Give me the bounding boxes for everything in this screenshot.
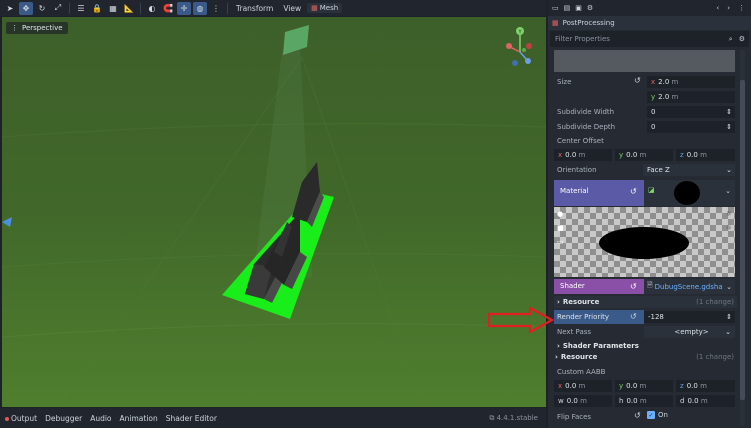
preview-light-icon[interactable]: ☼ bbox=[726, 210, 732, 218]
chevron-down-icon: ⌄ bbox=[726, 282, 732, 291]
preview-sphere-icon[interactable]: ● bbox=[557, 210, 563, 218]
mesh-menu[interactable]: ▦ Mesh bbox=[307, 3, 343, 13]
transform-menu[interactable]: Transform bbox=[232, 4, 277, 13]
menu-dots-icon: ⋮ bbox=[11, 24, 18, 32]
list-select-icon[interactable]: ☰ bbox=[74, 2, 88, 15]
scrollbar-thumb[interactable] bbox=[740, 80, 745, 400]
resource-section-2[interactable]: › Resource (1 change) bbox=[554, 351, 737, 363]
filter-options-icon[interactable]: ⚙ bbox=[739, 35, 745, 44]
preview-light-2-icon[interactable]: ☼ bbox=[726, 224, 732, 232]
resource-section[interactable]: › Resource (1 change) bbox=[554, 296, 737, 308]
section-header-bar bbox=[554, 50, 735, 72]
flip-faces-row: Flip Faces bbox=[557, 413, 592, 421]
audio-tab[interactable]: Audio bbox=[90, 414, 111, 423]
shader-reset-icon[interactable]: ↺ bbox=[630, 282, 637, 291]
flip-faces-checkbox[interactable]: ✓ On bbox=[647, 411, 668, 419]
search-icon: ⌕ bbox=[728, 34, 733, 43]
filter-properties-input[interactable]: Filter Properties ⌕ ⚙ bbox=[550, 31, 749, 47]
output-tab[interactable]: Output bbox=[5, 414, 37, 423]
inspector-toolbar: ▭ ▤ ▣ ⚙ ‹ › ⋮ bbox=[548, 0, 751, 16]
view-menu[interactable]: View bbox=[279, 4, 305, 13]
mesh-icon: ▦ bbox=[311, 4, 318, 12]
material-reset-icon[interactable]: ↺ bbox=[630, 187, 637, 196]
size-x-field[interactable]: x 2.0 m bbox=[647, 76, 735, 88]
version-label: ⧉ 4.4.1.stable bbox=[489, 413, 538, 422]
aabb-x-field[interactable]: x 0.0 m bbox=[554, 380, 612, 392]
debugger-tab[interactable]: Debugger bbox=[45, 414, 82, 423]
more-options-icon[interactable]: ⋮ bbox=[209, 2, 223, 15]
shader-resource-picker[interactable]: 🗎 DubugScene.gdsha ⌄ bbox=[644, 279, 735, 294]
size-reset-icon[interactable]: ↺ bbox=[634, 76, 641, 85]
new-resource-icon[interactable]: ▭ bbox=[552, 4, 559, 12]
center-offset-x-field[interactable]: x 0.0 m bbox=[554, 149, 612, 161]
material-preview: ● ■ ▭ ☼ ☼ bbox=[554, 207, 735, 277]
3d-viewport[interactable]: Y ⋮ Perspective bbox=[2, 17, 546, 407]
open-folder-icon[interactable]: ▤ bbox=[564, 4, 571, 12]
select-tool-icon[interactable]: ➤ bbox=[3, 2, 17, 15]
spin-arrows-icon[interactable]: ⇕ bbox=[726, 108, 735, 116]
aabb-y-field[interactable]: y 0.0 m bbox=[615, 380, 673, 392]
aabb-h-field[interactable]: h 0.0 m bbox=[615, 395, 673, 407]
center-offset-row: Center Offset bbox=[557, 137, 604, 145]
preview-box-icon[interactable]: ■ bbox=[557, 224, 564, 232]
preview-quad-icon[interactable]: ▭ bbox=[557, 238, 564, 246]
sun-preview-icon[interactable]: ✛ bbox=[177, 1, 191, 15]
shader-row: Shader ↺ bbox=[554, 279, 644, 294]
aabb-w-field[interactable]: w 0.0 m bbox=[554, 395, 612, 407]
inspector-scrollbar[interactable] bbox=[740, 50, 745, 425]
viewport-toolbar: ➤ ✥ ↻ ⤢ ☰ 🔒 ▦ 📐 ◐ 🧲 ✛ ◍ ⋮ Transform View… bbox=[0, 0, 546, 16]
orientation-dropdown[interactable]: Face Z ⌄ bbox=[643, 164, 735, 176]
material-row: Material ↺ bbox=[554, 180, 644, 206]
flip-faces-reset-icon[interactable]: ↺ bbox=[634, 411, 641, 420]
environment-preview-icon[interactable]: ◍ bbox=[193, 1, 207, 15]
material-preview-thumb bbox=[674, 181, 700, 205]
local-space-icon[interactable]: ◐ bbox=[145, 2, 159, 15]
save-icon[interactable]: ▣ bbox=[575, 4, 582, 12]
spin-arrows-icon[interactable]: ⇕ bbox=[726, 313, 735, 321]
next-pass-picker[interactable]: <empty> ⌄ bbox=[644, 326, 735, 338]
chevron-down-icon: ⌄ bbox=[725, 328, 731, 336]
custom-aabb-row: Custom AABB bbox=[557, 368, 606, 376]
history-list-icon[interactable]: ⋮ bbox=[738, 4, 745, 12]
history-back-icon[interactable]: ‹ bbox=[716, 4, 719, 12]
subdivide-depth-field[interactable]: 0 ⇕ bbox=[647, 121, 735, 133]
animation-tab[interactable]: Animation bbox=[120, 414, 158, 423]
extra-options-icon[interactable]: ⚙ bbox=[587, 4, 593, 12]
node-type-icon: ▦ bbox=[552, 19, 559, 27]
render-priority-reset-icon[interactable]: ↺ bbox=[630, 312, 637, 321]
rotate-tool-icon[interactable]: ↻ bbox=[35, 2, 49, 15]
history-forward-icon[interactable]: › bbox=[727, 4, 730, 12]
size-y-field[interactable]: y 2.0 m bbox=[647, 91, 735, 103]
aabb-z-field[interactable]: z 0.0 m bbox=[676, 380, 735, 392]
error-dot-icon bbox=[5, 416, 9, 421]
snap-icon[interactable]: 🧲 bbox=[161, 2, 175, 15]
lock-icon[interactable]: 🔒 bbox=[90, 2, 104, 15]
group-icon[interactable]: ▦ bbox=[106, 2, 120, 15]
subdivide-width-field[interactable]: 0 ⇕ bbox=[647, 106, 735, 118]
inspector-properties: Size ↺ x 2.0 m y 2.0 m Subdivide Width 0… bbox=[554, 50, 737, 428]
move-tool-icon[interactable]: ✥ bbox=[19, 1, 33, 15]
render-priority-label-bg: Render Priority ↺ bbox=[554, 310, 644, 324]
render-priority-field[interactable]: -128 ⇕ bbox=[644, 311, 735, 323]
chevron-down-icon: ⌄ bbox=[725, 187, 731, 195]
material-type-icon: ◪ bbox=[648, 186, 655, 194]
scale-tool-icon[interactable]: ⤢ bbox=[51, 2, 65, 15]
version-icon: ⧉ bbox=[489, 413, 497, 422]
shader-file-icon: 🗎 bbox=[647, 281, 653, 289]
preview-mesh bbox=[599, 227, 689, 259]
aabb-d-field[interactable]: d 0.0 m bbox=[676, 395, 735, 407]
spin-arrows-icon[interactable]: ⇕ bbox=[726, 123, 735, 131]
material-resource-picker[interactable]: ◪ ⌄ bbox=[644, 180, 735, 206]
shader-editor-tab[interactable]: Shader Editor bbox=[166, 414, 217, 423]
center-offset-y-field[interactable]: y 0.0 m bbox=[615, 149, 673, 161]
ruler-icon[interactable]: 📐 bbox=[122, 2, 136, 15]
inspector-node-header[interactable]: ▦ PostProcessing bbox=[548, 16, 751, 30]
bottom-panel-bar: Output Debugger Audio Animation Shader E… bbox=[0, 408, 546, 428]
red-arrow-annotation bbox=[487, 306, 555, 334]
perspective-menu[interactable]: ⋮ Perspective bbox=[6, 22, 68, 34]
checkbox-checked-icon: ✓ bbox=[647, 411, 655, 419]
viewport-scene: Y bbox=[2, 17, 546, 407]
center-offset-z-field[interactable]: z 0.0 m bbox=[676, 149, 735, 161]
chevron-down-icon: ⌄ bbox=[726, 166, 732, 174]
